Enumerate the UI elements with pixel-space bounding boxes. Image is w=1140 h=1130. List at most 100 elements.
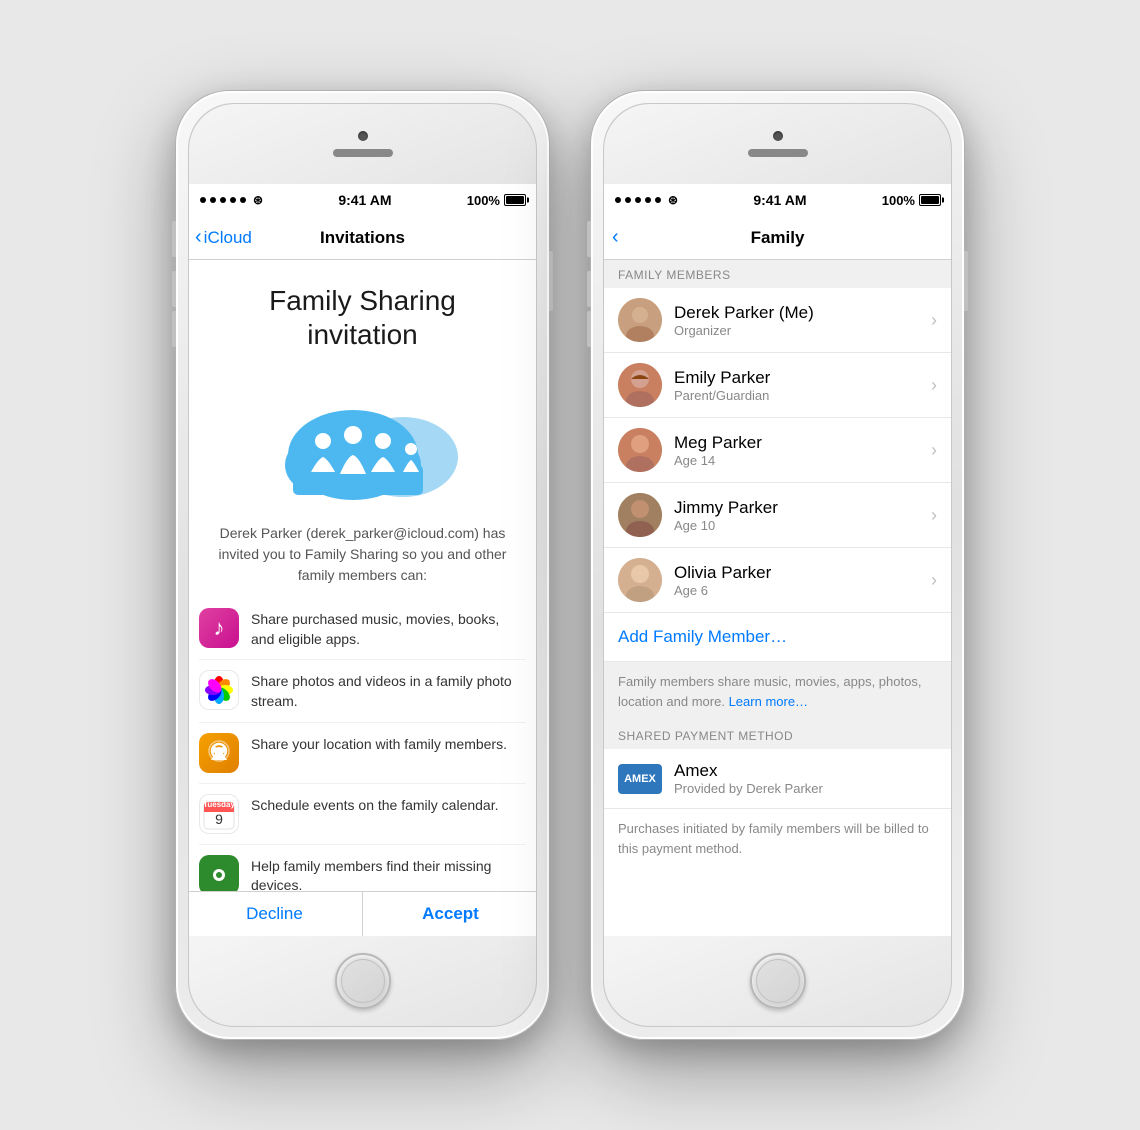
camera-dot <box>358 131 368 141</box>
speaker-grill <box>333 149 393 157</box>
phone-bottom-2 <box>604 936 951 1026</box>
phone-top <box>189 104 536 184</box>
amex-icon: AMEX <box>618 764 662 794</box>
member-info-meg: Meg Parker Age 14 <box>674 433 919 468</box>
wifi-icon: ⊛ <box>253 193 263 207</box>
feature-text-findmy: Help family members find their missing d… <box>251 855 526 891</box>
speaker-grill-2 <box>748 149 808 157</box>
member-row-meg[interactable]: Meg Parker Age 14 › <box>603 418 952 483</box>
chevron-left-icon-2: ‹ <box>612 227 619 247</box>
status-bar-2: ⊛ 9:41 AM 100% <box>603 184 952 216</box>
svg-text:9: 9 <box>215 811 223 827</box>
phone-bottom <box>189 936 536 1026</box>
battery-area: 100% <box>467 193 526 208</box>
family-info-text: Family members share music, movies, apps… <box>603 662 952 721</box>
decline-button[interactable]: Decline <box>188 892 363 936</box>
signal-dot-3 <box>220 197 226 203</box>
member-role-meg: Age 14 <box>674 453 919 468</box>
phone-top-2 <box>604 104 951 184</box>
nav-title: Invitations <box>320 228 405 248</box>
wifi-icon-2: ⊛ <box>668 193 678 207</box>
family-members-header: FAMILY MEMBERS <box>603 260 952 288</box>
chevron-right-jimmy: › <box>931 505 937 526</box>
battery-area-2: 100% <box>882 193 941 208</box>
signal-dot-7 <box>625 197 631 203</box>
accept-button[interactable]: Accept <box>363 892 537 936</box>
battery-icon-2 <box>919 194 941 206</box>
feature-item-music: ♪ Share purchased music, movies, books, … <box>199 598 526 660</box>
invitation-header: Family Sharinginvitation <box>188 260 537 367</box>
signal-dot-5 <box>240 197 246 203</box>
family-content: FAMILY MEMBERS Derek Parker (Me) <box>603 260 952 936</box>
member-info-derek: Derek Parker (Me) Organizer <box>674 303 919 338</box>
chevron-left-icon: ‹ <box>195 227 202 247</box>
signal-dot-2 <box>210 197 216 203</box>
feature-text-photos: Share photos and videos in a family phot… <box>251 670 526 711</box>
member-row-derek[interactable]: Derek Parker (Me) Organizer › <box>603 288 952 353</box>
feature-list: ♪ Share purchased music, movies, books, … <box>188 598 537 891</box>
chevron-right-meg: › <box>931 440 937 461</box>
nav-bar-2: ‹ Family <box>603 216 952 260</box>
signal-dot-4 <box>230 197 236 203</box>
member-info-olivia: Olivia Parker Age 6 <box>674 563 919 598</box>
member-role-jimmy: Age 10 <box>674 518 919 533</box>
member-role-emily: Parent/Guardian <box>674 388 919 403</box>
add-member-label: Add Family Member… <box>618 627 787 646</box>
status-time: 9:41 AM <box>338 192 391 208</box>
avatar-jimmy <box>618 493 662 537</box>
avatar-derek <box>618 298 662 342</box>
phone-invitations: ⊛ 9:41 AM 100% ‹ iCloud <box>175 90 550 1040</box>
signal-dot-10 <box>655 197 661 203</box>
learn-more-link[interactable]: Learn more… <box>729 694 808 709</box>
invitation-title: Family Sharinginvitation <box>207 284 518 351</box>
action-buttons: Decline Accept <box>188 891 537 936</box>
member-name-olivia: Olivia Parker <box>674 563 919 583</box>
nav-title-2: Family <box>751 228 805 248</box>
back-button-2[interactable]: ‹ <box>612 228 619 247</box>
add-family-member-row[interactable]: Add Family Member… <box>603 613 952 662</box>
feature-text-calendar: Schedule events on the family calendar. <box>251 794 499 816</box>
signal-dot-8 <box>635 197 641 203</box>
calendar-icon: Tuesday 9 <box>199 794 239 834</box>
home-button-inner <box>341 959 385 1003</box>
member-role-olivia: Age 6 <box>674 583 919 598</box>
member-info-emily: Emily Parker Parent/Guardian <box>674 368 919 403</box>
phone-screen-2: ⊛ 9:41 AM 100% ‹ Family <box>603 184 952 936</box>
feature-item-calendar: Tuesday 9 Schedule events on the family … <box>199 784 526 845</box>
feature-item-photos: Share photos and videos in a family phot… <box>199 660 526 722</box>
feature-text-location: Share your location with family members. <box>251 733 507 755</box>
battery-icon <box>504 194 526 206</box>
battery-fill-2 <box>921 196 939 204</box>
avatar-olivia <box>618 558 662 602</box>
family-sharing-svg <box>263 377 463 507</box>
feature-item-findmy: Help family members find their missing d… <box>199 845 526 891</box>
payment-row[interactable]: AMEX Amex Provided by Derek Parker <box>603 749 952 808</box>
phone-family: ⊛ 9:41 AM 100% ‹ Family <box>590 90 965 1040</box>
home-button[interactable] <box>335 953 391 1009</box>
home-button-inner-2 <box>756 959 800 1003</box>
member-row-olivia[interactable]: Olivia Parker Age 6 › <box>603 548 952 613</box>
payment-note: Purchases initiated by family members wi… <box>603 808 952 868</box>
invitation-body: Derek Parker (derek_parker@icloud.com) h… <box>188 523 537 598</box>
back-button[interactable]: ‹ iCloud <box>195 228 252 248</box>
phone-screen: ⊛ 9:41 AM 100% ‹ iCloud <box>188 184 537 936</box>
avatar-meg <box>618 428 662 472</box>
signal-area: ⊛ <box>199 193 263 207</box>
signal-dot-9 <box>645 197 651 203</box>
member-name-emily: Emily Parker <box>674 368 919 388</box>
status-bar: ⊛ 9:41 AM 100% <box>188 184 537 216</box>
avatar-emily <box>618 363 662 407</box>
photos-icon <box>199 670 239 710</box>
member-name-meg: Meg Parker <box>674 433 919 453</box>
home-button-2[interactable] <box>750 953 806 1009</box>
member-name-jimmy: Jimmy Parker <box>674 498 919 518</box>
feature-text-music: Share purchased music, movies, books, an… <box>251 608 526 649</box>
payment-name: Amex <box>674 761 937 781</box>
member-row-jimmy[interactable]: Jimmy Parker Age 10 › <box>603 483 952 548</box>
findmy-icon <box>199 855 239 891</box>
member-row-emily[interactable]: Emily Parker Parent/Guardian › <box>603 353 952 418</box>
nav-bar: ‹ iCloud Invitations <box>188 216 537 260</box>
chevron-right-derek: › <box>931 310 937 331</box>
camera-dot-2 <box>773 131 783 141</box>
payment-provided-by: Provided by Derek Parker <box>674 781 937 796</box>
